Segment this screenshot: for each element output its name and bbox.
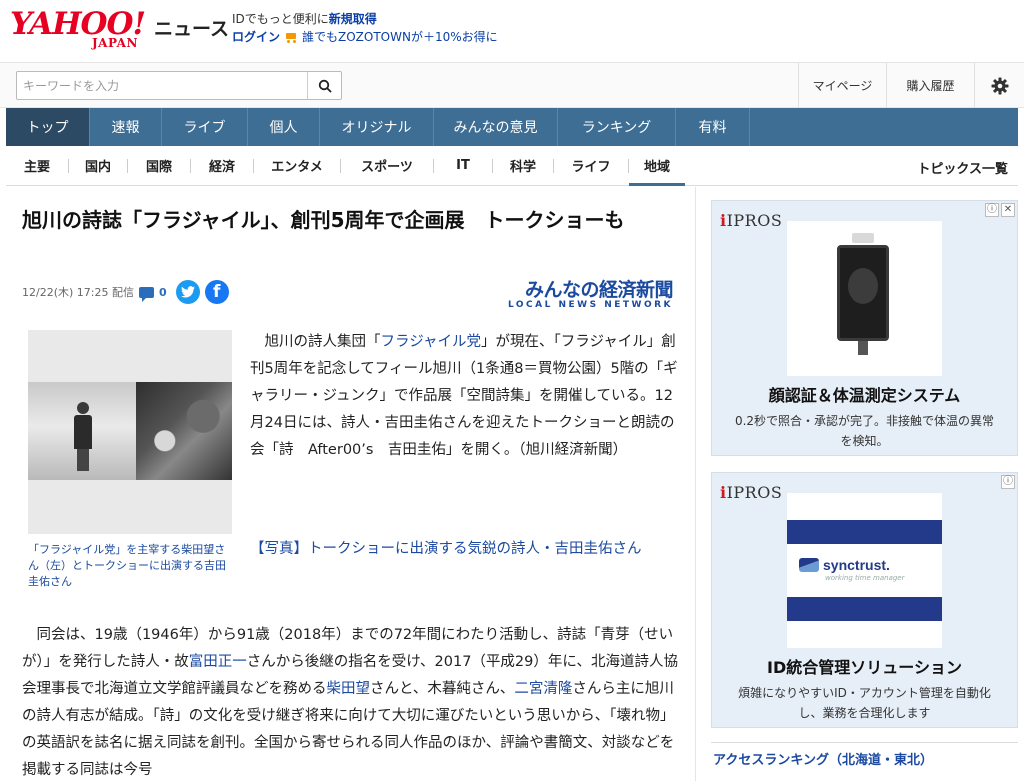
photo-caption[interactable]: 「フラジャイル党」を主宰する柴田望さん（左）とトークショーに出演する吉田圭佑さん: [28, 542, 232, 590]
sub-nav: 主要 国内 国際 経済 エンタメ スポーツ IT 科学 ライフ 地域 トピックス…: [6, 146, 1018, 186]
sub-nav-life[interactable]: ライフ: [554, 146, 628, 186]
ad-info-icon[interactable]: ⓘ: [1001, 475, 1015, 489]
photo-link[interactable]: 【写真】トークショーに出演する気鋭の詩人・吉田圭佑さん: [250, 536, 682, 563]
synctrust-mark-icon: [799, 558, 819, 572]
person-link-ninomiya[interactable]: 二宮清隆: [514, 681, 572, 697]
article-date: 12/22(木) 17:25 配信: [22, 286, 134, 299]
sub-nav-science[interactable]: 科学: [493, 146, 553, 186]
comment-icon[interactable]: [138, 286, 154, 302]
sub-nav-it[interactable]: IT: [434, 146, 492, 186]
ad-description: 煩雑になりやすいID・アカウント管理を自動化し、業務を合理化します: [738, 686, 991, 720]
divider: [711, 742, 1018, 743]
gallery-photo: [28, 382, 136, 480]
ad-face-recognition[interactable]: ⅰIPROS ⓘ ✕ 顔認証＆体温測定システム 0.2秒で照合・承認が完了。非接触…: [711, 200, 1018, 456]
ipros-logo: ⅰIPROS: [720, 483, 783, 502]
article-photo[interactable]: [28, 330, 232, 534]
synctrust-logo: synctrust. working time manager: [799, 557, 905, 582]
gear-icon: [991, 77, 1008, 94]
ad-headline: 顔認証＆体温測定システム: [768, 386, 961, 405]
synctrust-subtitle: working time manager: [825, 574, 905, 582]
comment-count[interactable]: 0: [159, 286, 167, 299]
sub-nav-main[interactable]: 主要: [6, 146, 68, 186]
article-body: 同会は、19歳（1946年）から91歳（2018年）までの72年間にわたり活動し…: [22, 622, 682, 781]
login-row: ログイン 誰でもZOZOTOWNが＋10%お得に: [232, 28, 498, 45]
ad-description: 0.2秒で照合・承認が完了。非接触で体温の異常を検知。: [734, 414, 995, 448]
ad-close-icon[interactable]: ✕: [1001, 203, 1015, 217]
sub-nav-domestic[interactable]: 国内: [69, 146, 127, 186]
ad-product-image: synctrust. working time manager: [787, 493, 942, 648]
synctrust-banner: synctrust. working time manager: [787, 493, 942, 648]
login-link[interactable]: ログイン: [232, 28, 280, 45]
main-nav-live[interactable]: ライブ: [162, 108, 248, 146]
twitter-share-button[interactable]: [175, 280, 200, 304]
person-link-shibata[interactable]: 柴田望: [327, 681, 371, 697]
main-nav-ranking[interactable]: ランキング: [558, 108, 676, 146]
main-nav-original[interactable]: オリジナル: [320, 108, 434, 146]
topics-list-link[interactable]: トピックス一覧: [917, 158, 1008, 177]
publisher-tagline: LOCAL NEWS NETWORK: [507, 300, 673, 310]
body-text-3: さんと、木暮純さん、: [370, 681, 515, 697]
publisher-name: みんなの経済新聞: [524, 279, 674, 301]
search-button[interactable]: [307, 72, 341, 99]
facebook-share-button[interactable]: f: [204, 280, 229, 304]
thermal-terminal-device: [834, 233, 892, 363]
logo-japan-text: JAPAN: [92, 36, 138, 50]
sub-nav-local[interactable]: 地域: [629, 146, 685, 186]
sub-nav-economy[interactable]: 経済: [191, 146, 253, 186]
ipros-logo: ⅰIPROS: [720, 211, 783, 230]
sub-nav-entertainment[interactable]: エンタメ: [254, 146, 340, 186]
person-figure: [74, 402, 92, 472]
ad-product-image: [787, 221, 942, 376]
ad-id-management[interactable]: ⅰIPROS ⓘ synctrust. working time manager…: [711, 472, 1018, 728]
section-title[interactable]: ニュース: [154, 14, 229, 41]
main-nav: トップ 速報 ライブ 個人 オリジナル みんなの意見 ランキング 有料: [6, 108, 1018, 146]
ad-headline: ID統合管理ソリューション: [767, 658, 962, 677]
mypage-link[interactable]: マイページ: [798, 63, 886, 108]
purchase-history-link[interactable]: 購入履歴: [886, 63, 974, 108]
article-title: 旭川の詩誌「フラジャイル」、創刊5周年で企画展 トークショーも: [22, 208, 625, 232]
fragile-party-link[interactable]: フラジャイル党: [381, 334, 481, 350]
lead-text-2: 」が現在、「フラジャイル」創刊5周年を記念してフィール旭川（1条通8＝買物公園）…: [250, 334, 678, 458]
facebook-icon: f: [212, 282, 221, 302]
ad-choices[interactable]: ⓘ ✕: [985, 203, 1015, 217]
twitter-icon: [180, 286, 195, 298]
site-header: YAHOO! JAPAN ニュース IDでもっと便利に新規取得 ログイン 誰でも…: [0, 0, 1024, 62]
article: 旭川の詩誌「フラジャイル」、創刊5周年で企画展 トークショーも 12/22(木)…: [6, 187, 696, 781]
sub-nav-international[interactable]: 国際: [128, 146, 190, 186]
settings-button[interactable]: [974, 63, 1024, 108]
synctrust-name: synctrust.: [823, 557, 890, 573]
lead-text-1: 旭川の詩人集団「: [264, 334, 381, 350]
main-nav-individual[interactable]: 個人: [248, 108, 320, 146]
yahoo-japan-logo[interactable]: YAHOO! JAPAN: [10, 6, 150, 50]
search-icon: [318, 79, 332, 93]
sub-nav-sports[interactable]: スポーツ: [341, 146, 433, 186]
main-nav-breaking[interactable]: 速報: [90, 108, 162, 146]
zozo-link[interactable]: 誰でもZOZOTOWNが＋10%お得に: [302, 28, 498, 45]
article-meta: 12/22(木) 17:25 配信 0 f: [22, 280, 229, 304]
id-promo: IDでもっと便利に新規取得: [232, 10, 377, 27]
person-link-tomita[interactable]: 富田正一: [189, 654, 247, 670]
poet-portrait-photo: [136, 382, 232, 480]
main-nav-opinion[interactable]: みんなの意見: [434, 108, 558, 146]
main-nav-top[interactable]: トップ: [6, 108, 90, 146]
article-photo-image: [28, 382, 232, 480]
ad-info-icon[interactable]: ⓘ: [985, 203, 999, 217]
ad-choices[interactable]: ⓘ: [1001, 475, 1015, 489]
id-promo-text: IDでもっと便利に: [232, 12, 329, 26]
ipros-brand: IPROS: [726, 483, 783, 502]
signup-link[interactable]: 新規取得: [329, 12, 377, 26]
ipros-brand: IPROS: [726, 211, 783, 230]
article-lead: 旭川の詩人集団「フラジャイル党」が現在、「フラジャイル」創刊5周年を記念してフィ…: [250, 329, 682, 464]
access-ranking-title[interactable]: アクセスランキング（北海道・東北）: [713, 749, 933, 768]
cart-icon: [284, 31, 298, 43]
search-row: マイページ 購入履歴: [0, 62, 1024, 108]
main-nav-paid[interactable]: 有料: [676, 108, 750, 146]
publisher-logo[interactable]: みんなの経済新聞 LOCAL NEWS NETWORK: [507, 275, 674, 310]
search-input[interactable]: [17, 72, 305, 99]
account-links: マイページ 購入履歴: [798, 63, 1024, 108]
search-box: [16, 71, 342, 100]
